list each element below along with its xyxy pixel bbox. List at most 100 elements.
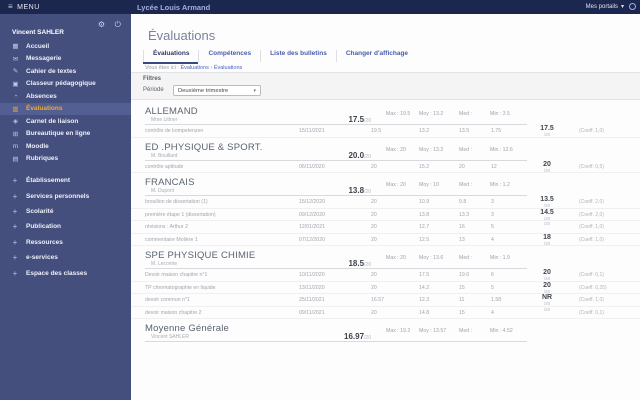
plus-icon: + [12, 268, 18, 278]
evaluation-row: première étape 1 (dissertation) 09/12/20… [131, 209, 640, 221]
sidebar-item-label: Messagerie [26, 55, 62, 63]
evaluation-date: 09/11/2021 [299, 309, 325, 316]
subject-name: Moyenne Générale [145, 323, 230, 334]
evaluation-row: devoir maison chapitre 2 09/11/2021 20 1… [131, 306, 640, 319]
plus-icon: + [12, 206, 18, 216]
evaluation-note: /20 [543, 306, 551, 312]
evaluation-moy: 13.8 [419, 211, 430, 218]
sidebar-item[interactable]: ▤ Rubriques [0, 153, 131, 166]
evaluation-row: devoir commun n°1 25/11/2021 16.57 12.3 … [131, 294, 640, 307]
subject-stat-max: Max : 20 [386, 255, 406, 261]
evaluation-date: 10/11/2020 [299, 272, 325, 278]
sidebar-section-label: Ressources [26, 238, 63, 246]
hamburger-icon: ≡ [8, 2, 14, 11]
tab[interactable]: Liste des bulletins [260, 50, 336, 62]
evaluation-coeff: (Coeff. 0,5) [579, 163, 604, 170]
logout-icon[interactable]: ⏻ [115, 20, 121, 30]
sidebar-section-item[interactable]: + Scolarité [0, 204, 131, 219]
sidebar-item[interactable]: ⊞ Bureautique en ligne [0, 128, 131, 141]
evaluation-title: devoir commun n°1 [145, 297, 190, 303]
tab[interactable]: Compétences [198, 50, 260, 62]
subject-stat-moy: Moy : 13.2 [419, 111, 444, 117]
evaluation-coeff: (Coeff. 0,1) [579, 272, 604, 278]
evaluation-title: révisions : Arthur 2 [145, 224, 188, 230]
main-content: Évaluations Évaluations Compétences List… [131, 14, 640, 400]
evaluation-row: TP chromatographie en liquide 13/11/2020… [131, 281, 640, 294]
sidebar-item-label: Absences [26, 92, 57, 100]
subject-average: 16.97/20 [344, 332, 371, 341]
subject-block: Moyenne Générale Vincent SAHLER 16.97/20… [131, 323, 640, 342]
sidebar-section-label: Publication [26, 223, 62, 231]
subject-teacher: M. Bouillard [151, 152, 178, 159]
evaluation-row: révisions : Arthur 2 12/01/2021 20 12.7 … [131, 221, 640, 234]
evaluation-row: contrôle aptitude 06/11/2020 20 15.2 20 … [131, 160, 640, 173]
breadcrumb-separator: › [210, 65, 213, 71]
breadcrumb-current[interactable]: Évaluations [214, 65, 242, 71]
evaluation-date: 13/11/2020 [299, 284, 325, 291]
sidebar-item[interactable]: ✉ Messagerie [0, 53, 131, 66]
sidebar-item[interactable]: ◔ Absences [0, 90, 131, 103]
menu-button[interactable]: ≡ MENU [8, 0, 40, 14]
evaluation-note: NR/20 [541, 294, 553, 306]
evaluation-min: 12 [491, 163, 497, 170]
subject-name: ALLEMAND [145, 106, 198, 117]
subject-stat-min: Min : 12.6 [490, 146, 513, 153]
subject-stat-min: Min : 1.9 [490, 255, 510, 261]
sidebar-item[interactable]: ▦ Accueil [0, 40, 131, 53]
sidebar-item-label: Moodle [26, 142, 49, 150]
sidebar-item-label: Accueil [26, 42, 50, 50]
sidebar-section-label: e-services [26, 254, 58, 262]
evaluation-row: commentaire Molière 1 07/12/2020 20 12.5… [131, 234, 640, 246]
sidebar-item[interactable]: ◈ Carnet de liaison [0, 115, 131, 128]
settings-icon[interactable]: ⚙ [98, 20, 105, 29]
breadcrumb-link-home[interactable]: Évaluations [180, 65, 208, 71]
sidebar-item-label: Bureautique en ligne [26, 130, 91, 138]
evaluation-note: 13.5/20 [540, 196, 554, 208]
evaluation-moy: 13.2 [419, 128, 430, 134]
evaluation-rows: Devoir maison chapitre n°1 10/11/2020 20… [131, 269, 640, 319]
evaluation-row: Devoir maison chapitre n°1 10/11/2020 20… [131, 269, 640, 282]
evaluation-coeff: (Coeff. 0,25) [579, 284, 607, 291]
evaluation-coeff: (Coeff. 0,1) [579, 309, 604, 316]
grades-table: ALLEMAND Mme Littner 17.5/20 Max : 19.5 … [131, 106, 640, 346]
subject-block: ALLEMAND Mme Littner 17.5/20 Max : 19.5 … [131, 106, 640, 138]
evaluation-note: /20 [543, 221, 551, 226]
sidebar-item-label: Rubriques [26, 155, 59, 163]
sidebar-section-item[interactable]: + e-services [0, 250, 131, 265]
portals-dropdown[interactable]: Mes portails ▾ [586, 3, 624, 11]
sidebar-sections: + Établissement + Services personnels + … [0, 173, 131, 281]
period-select[interactable]: Deuxième trimestre ▾ [173, 85, 261, 96]
evaluation-note: 20/20 [543, 160, 551, 173]
sidebar-section-item[interactable]: + Ressources [0, 235, 131, 250]
sidebar-item[interactable]: ▣ Classeur pédagogique [0, 78, 131, 91]
sidebar-section-item[interactable]: + Publication [0, 219, 131, 234]
evaluation-note: 20/20 [543, 281, 551, 294]
evaluation-title: brouillon de dissertation (1) [145, 199, 208, 205]
evaluation-med: 15 [459, 309, 465, 316]
evaluation-moy: 14.8 [419, 309, 430, 316]
tab[interactable]: Changer d'affichage [335, 50, 417, 62]
sidebar-section-item[interactable]: + Établissement [0, 173, 131, 188]
evaluation-date: 12/01/2021 [299, 224, 325, 230]
evaluation-max: 20 [371, 236, 377, 243]
sidebar-item[interactable]: ✎ Cahier de textes [0, 65, 131, 78]
plus-icon: + [12, 222, 18, 232]
evaluation-med: 13.3 [459, 211, 470, 218]
tab[interactable]: Évaluations [143, 50, 198, 62]
evaluation-rows: brouillon de dissertation (1) 15/12/2020… [131, 196, 640, 246]
evaluation-date: 25/11/2021 [299, 297, 325, 303]
evaluation-max: 20 [371, 211, 377, 218]
evaluation-med: 13.5 [459, 128, 470, 134]
evaluation-min: 5 [491, 224, 494, 230]
sidebar-section-item[interactable]: + Services personnels [0, 188, 131, 203]
subject-stat-moy: Moy : 13.57 [419, 328, 447, 334]
user-icon[interactable] [629, 3, 636, 10]
evaluation-date: 15/12/2020 [299, 199, 325, 205]
sidebar-item[interactable]: ▥ Évaluations [0, 102, 131, 115]
subject-name: ED .PHYSIQUE & SPORT. [145, 141, 263, 153]
sidebar-section-item[interactable]: + Espace des classes [0, 265, 131, 280]
sidebar-item-icon: ▣ [12, 80, 19, 88]
sidebar-item[interactable]: m Moodle [0, 140, 131, 153]
sidebar-item-icon: ◈ [13, 118, 18, 126]
evaluation-max: 20 [371, 199, 377, 205]
